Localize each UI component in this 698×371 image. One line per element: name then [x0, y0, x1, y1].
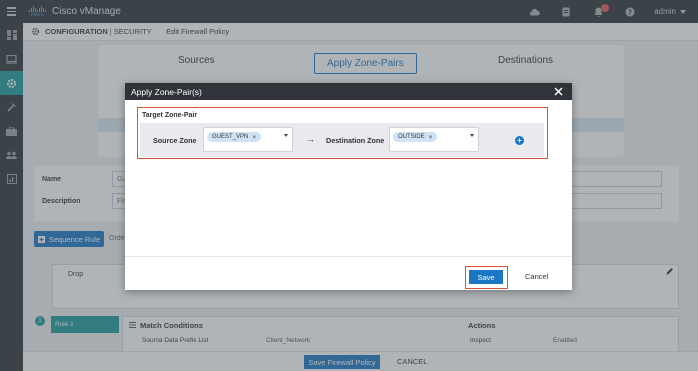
source-zone-chip: GUEST_VPN × [207, 132, 262, 142]
section-title: Target Zone-Pair [142, 112, 198, 119]
dialog-divider [125, 256, 572, 257]
target-zone-pair-section: Target Zone-Pair Source Zone GUEST_VPN ×… [137, 107, 548, 159]
remove-chip-icon[interactable]: × [252, 134, 256, 141]
destination-zone-label: Destination Zone [326, 136, 385, 145]
dialog-title: Apply Zone-Pair(s) [131, 86, 202, 97]
source-zone-select[interactable]: GUEST_VPN × [203, 127, 293, 152]
add-zone-pair-icon[interactable]: + [515, 136, 524, 145]
save-highlight: Save [465, 266, 508, 289]
destination-zone-select[interactable]: OUTSIDE × [389, 127, 479, 152]
remove-chip-icon[interactable]: × [429, 134, 433, 141]
chevron-down-icon [284, 134, 288, 137]
close-icon[interactable] [552, 85, 565, 98]
arrow-right-icon: → [306, 134, 315, 144]
save-button[interactable]: Save [469, 270, 503, 284]
apply-zone-pairs-dialog: Apply Zone-Pair(s) Target Zone-Pair Sour… [125, 83, 572, 290]
dialog-cancel-button[interactable]: Cancel [525, 272, 548, 281]
destination-zone-chip: OUTSIDE × [393, 132, 438, 142]
source-zone-label: Source Zone [153, 136, 197, 145]
chevron-down-icon [470, 134, 474, 137]
dialog-header: Apply Zone-Pair(s) [125, 83, 572, 100]
zone-pair-row: Source Zone GUEST_VPN × → Destination Zo… [140, 123, 544, 157]
